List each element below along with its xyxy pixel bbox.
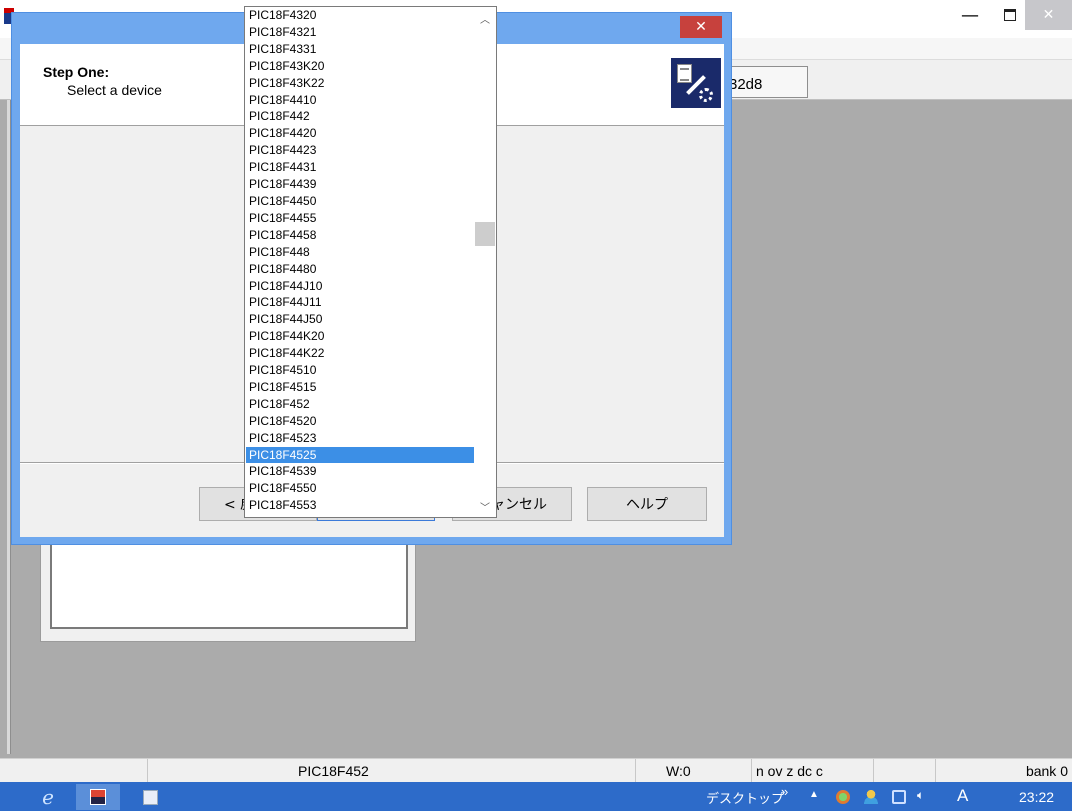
status-flags: n ov z dc c bbox=[752, 759, 874, 783]
device-list-item[interactable]: PIC18F4420 bbox=[246, 125, 474, 142]
mplab-taskbar-button[interactable] bbox=[76, 784, 120, 810]
list-scrollbar[interactable]: ︿ ﹀ bbox=[474, 7, 496, 517]
device-list-item[interactable]: PIC18F4523 bbox=[246, 430, 474, 447]
device-list-item[interactable]: PIC18F43K22 bbox=[246, 75, 474, 92]
status-w-register: W:0 bbox=[636, 759, 752, 783]
device-list-item[interactable]: PIC18F4520 bbox=[246, 413, 474, 430]
volume-icon[interactable]: 🔈︎ bbox=[917, 788, 937, 802]
device-list-item[interactable]: PIC18F4331 bbox=[246, 41, 474, 58]
device-list-item[interactable]: PIC18F4458 bbox=[246, 227, 474, 244]
device-list-item[interactable]: PIC18F4410 bbox=[246, 92, 474, 109]
dialog-close-button[interactable]: ✕ bbox=[680, 16, 722, 38]
device-list-item[interactable]: PIC18F4480 bbox=[246, 261, 474, 278]
step-subtitle: Select a device bbox=[67, 82, 162, 98]
device-list-item[interactable]: PIC18F4525 bbox=[246, 446, 474, 464]
device-list-item[interactable]: PIC18F4510 bbox=[246, 362, 474, 379]
status-cell-empty bbox=[874, 759, 936, 783]
device-list-item[interactable]: PIC18F4431 bbox=[246, 159, 474, 176]
ime-indicator[interactable]: A bbox=[957, 786, 968, 806]
document-icon bbox=[677, 64, 692, 83]
app-close-button[interactable]: ✕ bbox=[1025, 0, 1072, 30]
scroll-down-button[interactable]: ﹀ bbox=[474, 495, 496, 517]
checksum-field: 32d8 bbox=[726, 66, 808, 98]
clock[interactable]: 23:22 bbox=[1019, 789, 1054, 805]
device-list-item[interactable]: PIC18F44K20 bbox=[246, 328, 474, 345]
background-sub-window[interactable] bbox=[40, 530, 416, 642]
device-list-item[interactable]: PIC18F452 bbox=[246, 396, 474, 413]
wizard-icon bbox=[671, 58, 721, 108]
maximize-icon bbox=[1004, 9, 1016, 21]
device-list-item[interactable]: PIC18F4515 bbox=[246, 379, 474, 396]
status-cell-empty bbox=[0, 759, 148, 783]
device-list-item[interactable]: PIC18F4439 bbox=[246, 176, 474, 193]
desktop-toolbar-label[interactable]: デスクトップ bbox=[706, 788, 784, 807]
device-list-item[interactable]: PIC18F4450 bbox=[246, 193, 474, 210]
device-list-item[interactable]: PIC18F4550 bbox=[246, 480, 474, 497]
minimize-button[interactable]: — bbox=[950, 0, 990, 30]
device-list-items: PIC18F4320 PIC18F4321 PIC18F4331 PIC18F43K2… bbox=[246, 7, 474, 517]
device-list-item[interactable]: PIC18F442 bbox=[246, 108, 474, 125]
scroll-thumb[interactable] bbox=[475, 222, 495, 246]
sub-window-content bbox=[50, 541, 408, 629]
taskbar: e デスクトップ » ▲ 🔈︎ A 23:22 bbox=[0, 782, 1072, 811]
show-hidden-icons-icon[interactable]: ▲ bbox=[809, 789, 819, 800]
maximize-button[interactable] bbox=[990, 0, 1030, 30]
document-app-icon bbox=[142, 789, 158, 805]
device-list-item[interactable]: PIC18F43K20 bbox=[246, 58, 474, 75]
gear-icon bbox=[699, 88, 713, 102]
device-list-item[interactable]: PIC18F4423 bbox=[246, 142, 474, 159]
device-list-item[interactable]: PIC18F44K22 bbox=[246, 345, 474, 362]
help-button[interactable]: ヘルプ bbox=[587, 487, 707, 521]
chevron-icon[interactable]: » bbox=[781, 784, 788, 799]
internet-explorer-icon[interactable]: e bbox=[34, 784, 62, 810]
device-list-item[interactable]: PIC18F44J11 bbox=[246, 294, 474, 311]
device-list-item[interactable]: PIC18F4539 bbox=[246, 463, 474, 480]
status-bar: PIC18F452 W:0 n ov z dc c bank 0 bbox=[0, 758, 1072, 783]
scroll-up-button[interactable]: ︿ bbox=[474, 7, 496, 29]
device-list-item[interactable]: PIC18F4321 bbox=[246, 24, 474, 41]
globe-icon[interactable] bbox=[836, 790, 850, 804]
device-list-item[interactable]: PIC18F448 bbox=[246, 244, 474, 261]
device-list-item[interactable]: PIC18F4320 bbox=[246, 7, 474, 24]
status-device: PIC18F452 bbox=[148, 759, 636, 783]
device-dropdown-list[interactable]: PIC18F4320 PIC18F4321 PIC18F4331 PIC18F43K2… bbox=[244, 6, 497, 518]
network-icon[interactable] bbox=[892, 790, 906, 804]
device-list-item[interactable]: PIC18F44J10 bbox=[246, 278, 474, 295]
status-bank: bank 0 bbox=[1025, 763, 1068, 779]
device-list-item[interactable]: PIC18F4455 bbox=[246, 210, 474, 227]
person-icon[interactable] bbox=[864, 790, 878, 804]
device-list-item[interactable]: PIC18F4553 bbox=[246, 497, 474, 514]
mplab-icon bbox=[90, 789, 106, 805]
step-title: Step One: bbox=[43, 64, 110, 80]
document-taskbar-button[interactable] bbox=[136, 784, 164, 810]
device-list-item[interactable]: PIC18F44J50 bbox=[246, 311, 474, 328]
